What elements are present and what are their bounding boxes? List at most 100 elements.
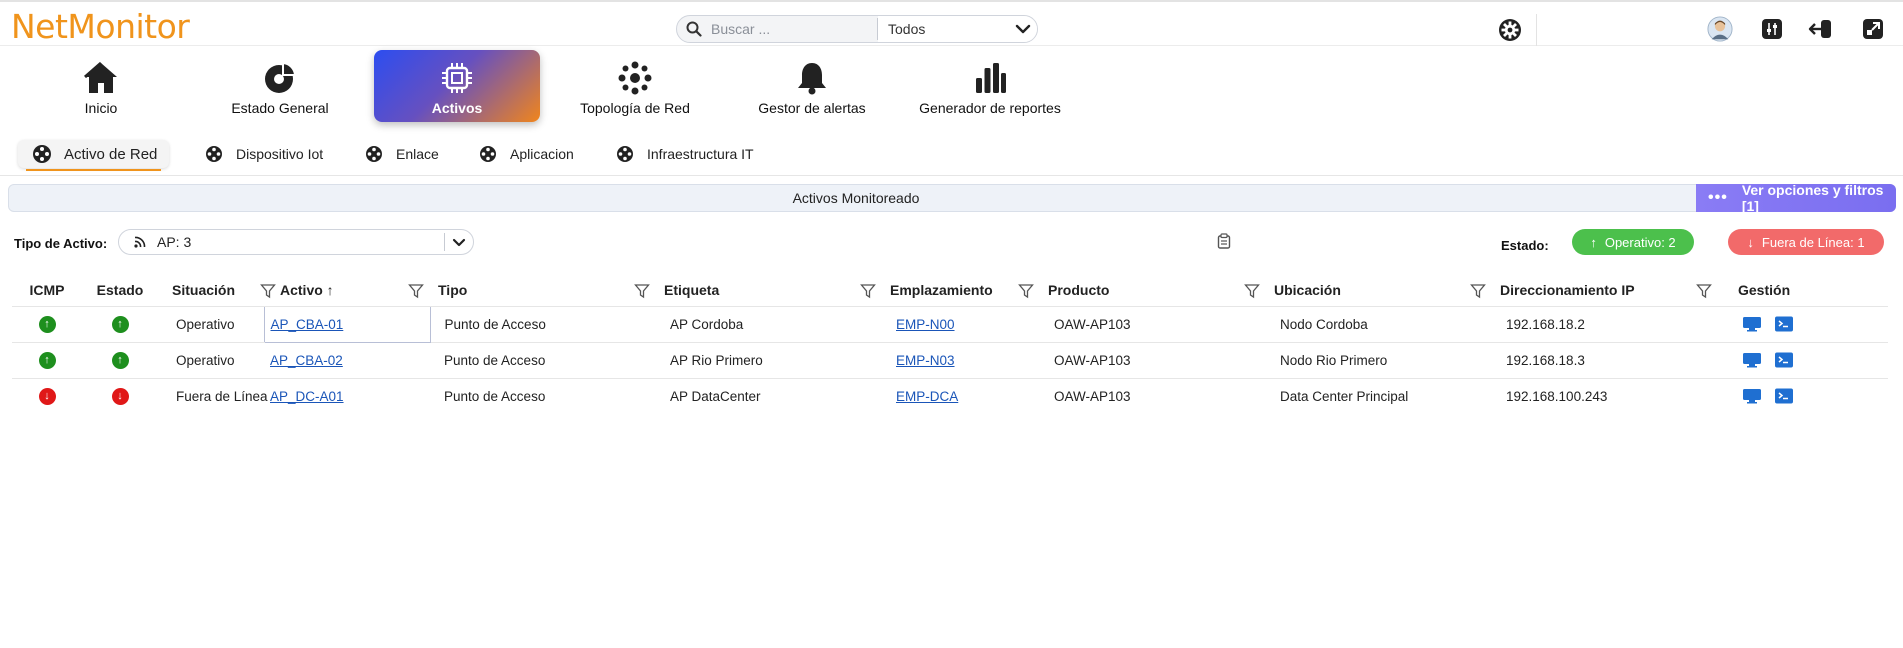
section-header: Activos Monitoreado ••• Ver opciones y f… (8, 182, 1896, 214)
activo-cell: AP_CBA-02 (264, 342, 430, 379)
tipo-cell: Punto de Acceso (430, 306, 656, 343)
tipo-cell: Punto de Acceso (430, 342, 656, 379)
col-label: ICMP (29, 281, 65, 298)
table-row[interactable]: ↑ ↑ Operativo AP_CBA-01 Punto de Acceso … (12, 305, 1888, 343)
site-link[interactable]: EMP-DCA (896, 389, 958, 404)
tab-infraestructura-it[interactable]: Infraestructura IT (601, 140, 766, 168)
emplazamiento-cell: EMP-DCA (882, 378, 1040, 414)
terminal-icon[interactable] (1774, 316, 1794, 332)
chip-icon (437, 58, 477, 98)
film-reel-icon (617, 146, 633, 162)
search-input[interactable] (711, 21, 871, 37)
nav-label: Activos (431, 100, 483, 116)
col-label: Estado (96, 281, 144, 298)
producto-cell: OAW-AP103 (1040, 342, 1266, 379)
logout-icon[interactable] (1808, 16, 1834, 42)
search-box: Todos (676, 15, 1038, 43)
tab-activo-de-red[interactable]: Activo de Red (18, 140, 170, 171)
col-label: Emplazamiento (890, 281, 993, 298)
monitor-icon[interactable] (1742, 352, 1762, 368)
filter-icon[interactable] (1470, 283, 1486, 299)
col-direccionamiento-ip[interactable]: Direccionamiento IP (1492, 274, 1718, 307)
status-down-icon: ↓ (111, 388, 129, 406)
icmp-cell: ↑ (12, 306, 82, 343)
col-label: Ubicación (1274, 281, 1341, 298)
pie-chart-icon (260, 58, 300, 98)
asset-link[interactable]: AP_CBA-01 (271, 317, 344, 332)
search-scope-select[interactable]: Todos (878, 16, 1037, 42)
filter-icon[interactable] (860, 283, 876, 299)
ubicacion-cell: Nodo Cordoba (1266, 306, 1492, 343)
asset-link[interactable]: AP_DC-A01 (270, 389, 344, 404)
section-title: Activos Monitoreado (792, 190, 920, 206)
view-options-filters-button[interactable]: ••• Ver opciones y filtros [1] (1696, 182, 1896, 214)
col-label: Etiqueta (664, 281, 720, 298)
nav-inicio[interactable]: Inicio (18, 50, 184, 122)
col-gestion[interactable]: Gestión (1718, 274, 1888, 307)
filter-icon[interactable] (1696, 283, 1712, 299)
nav-topologia[interactable]: Topología de Red (552, 50, 718, 122)
tab-dispositivo-iot[interactable]: Dispositivo Iot (190, 140, 335, 168)
asset-link[interactable]: AP_CBA-02 (270, 353, 343, 368)
col-ubicacion[interactable]: Ubicación (1266, 274, 1492, 307)
expand-window-icon[interactable] (1860, 16, 1886, 42)
status-up-icon: ↑ (111, 352, 129, 369)
tab-label: Activo de Red (64, 145, 158, 163)
more-dots-icon: ••• (1708, 189, 1728, 206)
bar-chart-icon (970, 58, 1010, 98)
icmp-cell: ↓ (12, 378, 82, 414)
network-topology-icon (615, 58, 655, 98)
asset-type-tabs: Activo de Red Dispositivo Iot Enlace Apl… (0, 136, 1903, 176)
status-fuera-de-linea-badge[interactable]: ↓ Fuera de Línea: 1 (1728, 229, 1884, 255)
status-down-icon: ↓ (38, 388, 56, 406)
site-link[interactable]: EMP-N03 (896, 353, 955, 368)
assets-table: ICMP Estado Situación Activo ↑ Tipo Etiq… (12, 274, 1888, 414)
main-navigation: Inicio Estado General Activos Topología … (0, 48, 1903, 124)
col-emplazamiento[interactable]: Emplazamiento (882, 274, 1040, 307)
settings-gear-icon[interactable] (1498, 18, 1522, 42)
tab-enlace[interactable]: Enlace (350, 140, 451, 168)
col-producto[interactable]: Producto (1040, 274, 1266, 307)
table-row[interactable]: ↓ ↓ Fuera de Línea AP_DC-A01 Punto de Ac… (12, 378, 1888, 414)
home-icon (81, 58, 121, 98)
col-tipo[interactable]: Tipo (430, 274, 656, 307)
nav-label: Gestor de alertas (758, 100, 866, 116)
status-label: Estado: (1501, 238, 1549, 253)
site-link[interactable]: EMP-N00 (896, 317, 955, 332)
sliders-icon[interactable] (1759, 16, 1785, 42)
filter-icon[interactable] (1018, 283, 1034, 299)
status-up-icon: ↑ (111, 316, 129, 333)
table-header-row: ICMP Estado Situación Activo ↑ Tipo Etiq… (12, 274, 1888, 307)
col-situacion[interactable]: Situación (158, 274, 276, 307)
nav-gestor-alertas[interactable]: Gestor de alertas (729, 50, 895, 122)
filter-icon[interactable] (634, 283, 650, 299)
user-avatar[interactable] (1707, 16, 1733, 42)
gestion-cell (1718, 342, 1888, 379)
ip-cell: 192.168.18.2 (1492, 306, 1718, 343)
tab-label: Aplicacion (510, 146, 574, 162)
asset-type-select[interactable]: AP: 3 (118, 229, 474, 255)
col-icmp[interactable]: ICMP (12, 274, 82, 307)
table-row[interactable]: ↑ ↑ Operativo AP_CBA-02 Punto de Acceso … (12, 342, 1888, 379)
terminal-icon[interactable] (1774, 352, 1794, 368)
ip-cell: 192.168.100.243 (1506, 388, 1608, 404)
nav-estado-general[interactable]: Estado General (197, 50, 363, 122)
terminal-icon[interactable] (1774, 388, 1794, 404)
clipboard-icon[interactable] (1217, 233, 1231, 249)
search-icon (677, 16, 711, 42)
filter-icon[interactable] (408, 283, 424, 299)
tab-aplicacion[interactable]: Aplicacion (464, 140, 586, 168)
nav-activos[interactable]: Activos (374, 50, 540, 122)
monitor-icon[interactable] (1742, 388, 1762, 404)
filter-icon[interactable] (1244, 283, 1260, 299)
app-logo[interactable]: NetMonitor (11, 10, 190, 43)
col-activo[interactable]: Activo ↑ (264, 274, 430, 307)
status-operativo-badge[interactable]: ↑ Operativo: 2 (1572, 229, 1694, 255)
nav-generador-reportes[interactable]: Generador de reportes (907, 50, 1073, 122)
monitor-icon[interactable] (1742, 316, 1762, 332)
situacion-cell: Operativo (158, 342, 264, 379)
col-estado[interactable]: Estado (82, 274, 158, 307)
col-label: Direccionamiento IP (1500, 281, 1635, 298)
col-etiqueta[interactable]: Etiqueta (656, 274, 882, 307)
situacion-cell: Operativo (158, 306, 264, 343)
